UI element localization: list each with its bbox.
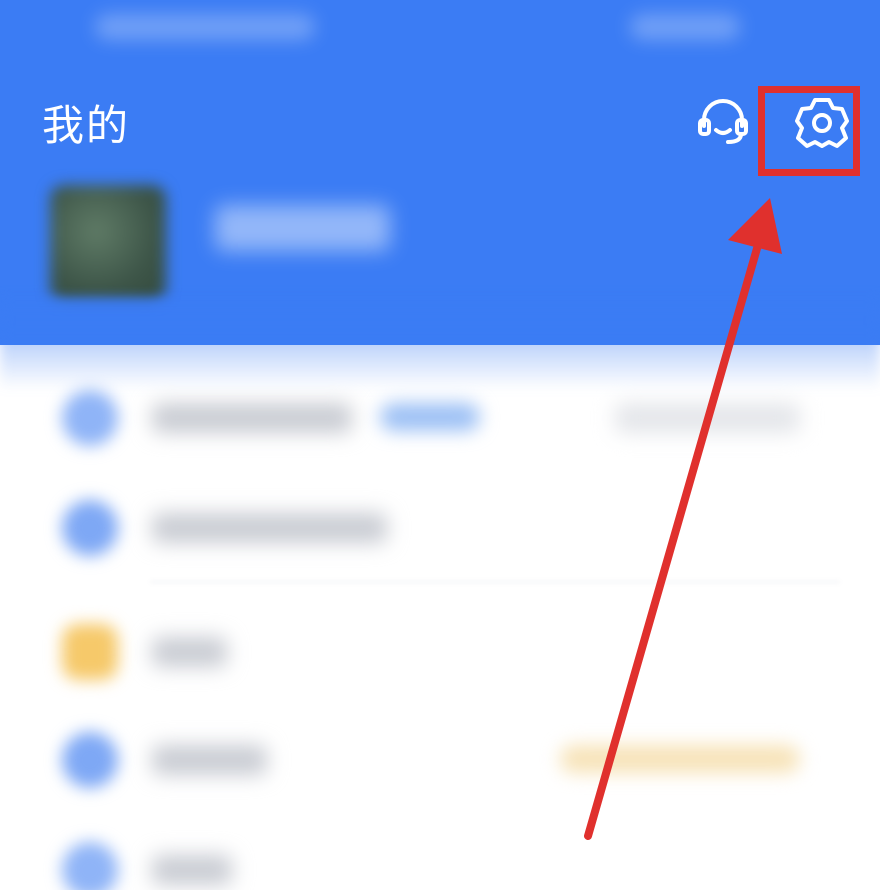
annotation-arrow (584, 198, 782, 840)
profile-screen: 我的 (0, 0, 880, 890)
